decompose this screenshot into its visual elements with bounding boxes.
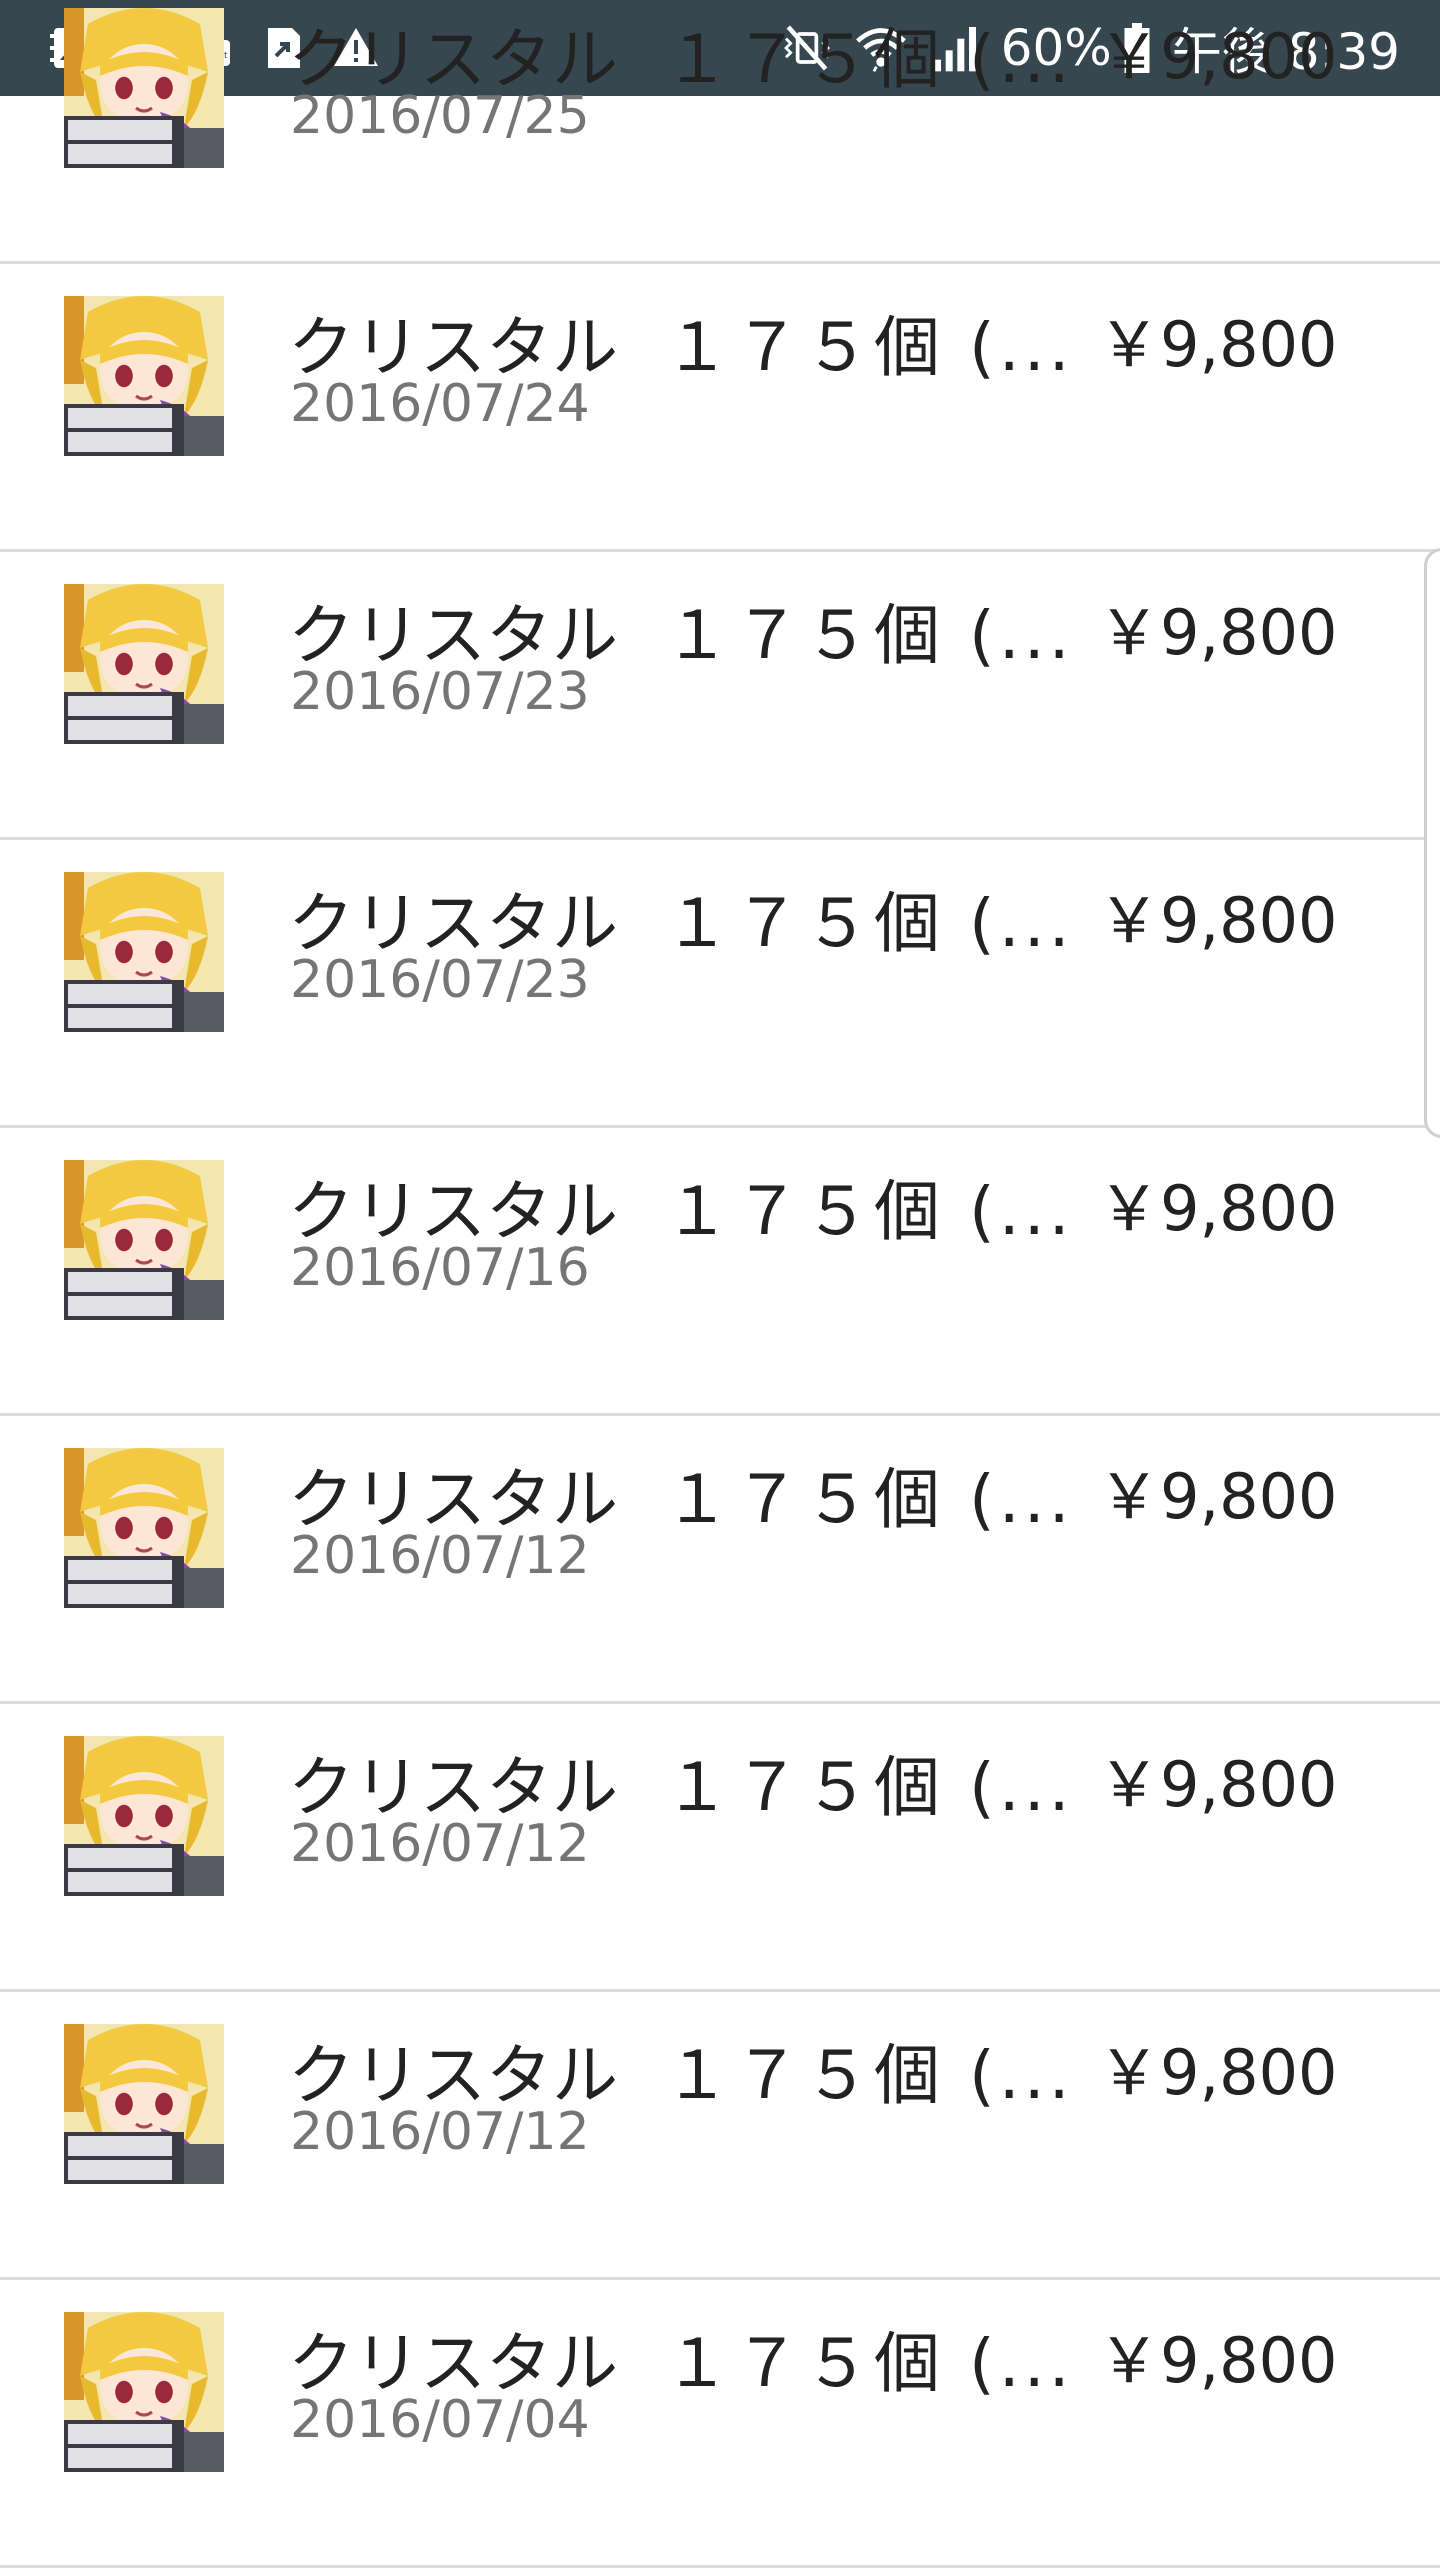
purchase-price: ￥9,800 [1098, 1748, 1338, 1821]
game-app-icon [64, 872, 224, 1032]
purchase-quantity: １７５個 (... [664, 21, 1074, 98]
purchase-row[interactable]: クリスタル １７５個 (... ￥9,800 2016/07/04 [0, 2280, 1440, 2568]
game-app-icon [64, 2024, 224, 2184]
purchase-row[interactable]: クリスタル １７５個 (... ￥9,800 2016/07/23 [0, 552, 1440, 840]
game-app-icon [64, 2312, 224, 2472]
purchase-quantity: １７５個 (... [664, 2325, 1074, 2402]
purchase-price: ￥9,800 [1098, 308, 1338, 381]
purchase-row[interactable]: クリスタル １７５個 (... ￥9,800 2016/07/24 [0, 264, 1440, 552]
purchase-date: 2016/07/12 [290, 2102, 590, 2162]
purchase-row[interactable]: クリスタル １７５個 (... ￥9,800 2016/07/16 [0, 1128, 1440, 1416]
purchase-quantity: １７５個 (... [664, 597, 1074, 674]
purchase-price: ￥9,800 [1098, 1172, 1338, 1245]
game-app-icon [64, 8, 224, 168]
purchase-row[interactable]: クリスタル １７５個 (... ￥9,800 2016/07/12 [0, 1416, 1440, 1704]
purchase-quantity: １７５個 (... [664, 309, 1074, 386]
purchase-price: ￥9,800 [1098, 884, 1338, 957]
game-app-icon [64, 1736, 224, 1896]
purchase-quantity: １７５個 (... [664, 1461, 1074, 1538]
purchase-price: ￥9,800 [1098, 1460, 1338, 1533]
purchase-row[interactable]: クリスタル １７５個 (... ￥9,800 2016/07/25 [0, 0, 1440, 264]
scroll-edge-indicator [1424, 548, 1440, 1138]
purchase-row[interactable]: クリスタル １７５個 (... ￥9,800 2016/07/12 [0, 1704, 1440, 1992]
purchase-row[interactable]: クリスタル １７５個 (... ￥9,800 2016/07/12 [0, 1992, 1440, 2280]
game-app-icon [64, 1448, 224, 1608]
game-app-icon [64, 296, 224, 456]
game-app-icon [64, 1160, 224, 1320]
purchase-quantity: １７５個 (... [664, 2037, 1074, 2114]
purchase-price: ￥9,800 [1098, 2324, 1338, 2397]
purchase-price: ￥9,800 [1098, 20, 1338, 93]
purchase-price: ￥9,800 [1098, 2036, 1338, 2109]
purchase-date: 2016/07/04 [290, 2390, 590, 2450]
purchase-date: 2016/07/24 [290, 374, 590, 434]
purchase-quantity: １７５個 (... [664, 1749, 1074, 1826]
purchase-quantity: １７５個 (... [664, 885, 1074, 962]
purchase-date: 2016/07/23 [290, 662, 590, 722]
game-app-icon [64, 584, 224, 744]
purchase-quantity: １７５個 (... [664, 1173, 1074, 1250]
purchase-date: 2016/07/25 [290, 86, 590, 146]
purchase-date: 2016/07/16 [290, 1238, 590, 1298]
purchase-date: 2016/07/12 [290, 1814, 590, 1874]
purchase-date: 2016/07/12 [290, 1526, 590, 1586]
purchase-row[interactable]: クリスタル １７５個 (... ￥9,800 2016/07/23 [0, 840, 1440, 1128]
purchase-price: ￥9,800 [1098, 596, 1338, 669]
purchase-date: 2016/07/23 [290, 950, 590, 1010]
